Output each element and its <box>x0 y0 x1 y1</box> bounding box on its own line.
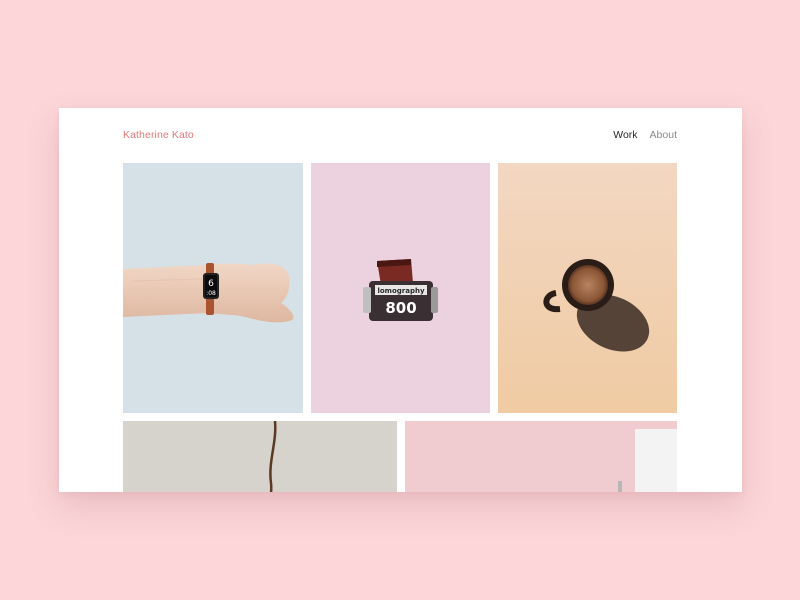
gallery-item-watch[interactable]: 6 :08 <box>123 163 303 413</box>
film-canister-photo: lomography 800 <box>311 163 490 413</box>
main-nav: Work About <box>613 129 677 141</box>
coffee-cup-photo <box>498 163 677 413</box>
brand-name[interactable]: Katherine Kato <box>123 129 194 141</box>
gallery-item-film[interactable]: lomography 800 <box>311 163 490 413</box>
film-brand-text: lomography <box>377 287 424 295</box>
watch-photo: 6 :08 <box>123 163 303 413</box>
watch-display-small-text: :08 <box>206 290 216 297</box>
film-speed-text: 800 <box>385 299 416 317</box>
watch-display-text: 6 <box>208 279 214 289</box>
cable-photo <box>123 421 397 492</box>
nav-work-link[interactable]: Work <box>613 129 637 141</box>
gallery-item-coffee[interactable] <box>498 163 677 413</box>
wall-photo <box>405 421 677 492</box>
gallery-item-cable[interactable] <box>123 421 397 492</box>
gallery-item-wall[interactable] <box>405 421 677 492</box>
nav-about-link[interactable]: About <box>650 129 677 141</box>
website-window: Katherine Kato Work About 6 :08 lomograp… <box>59 108 742 492</box>
